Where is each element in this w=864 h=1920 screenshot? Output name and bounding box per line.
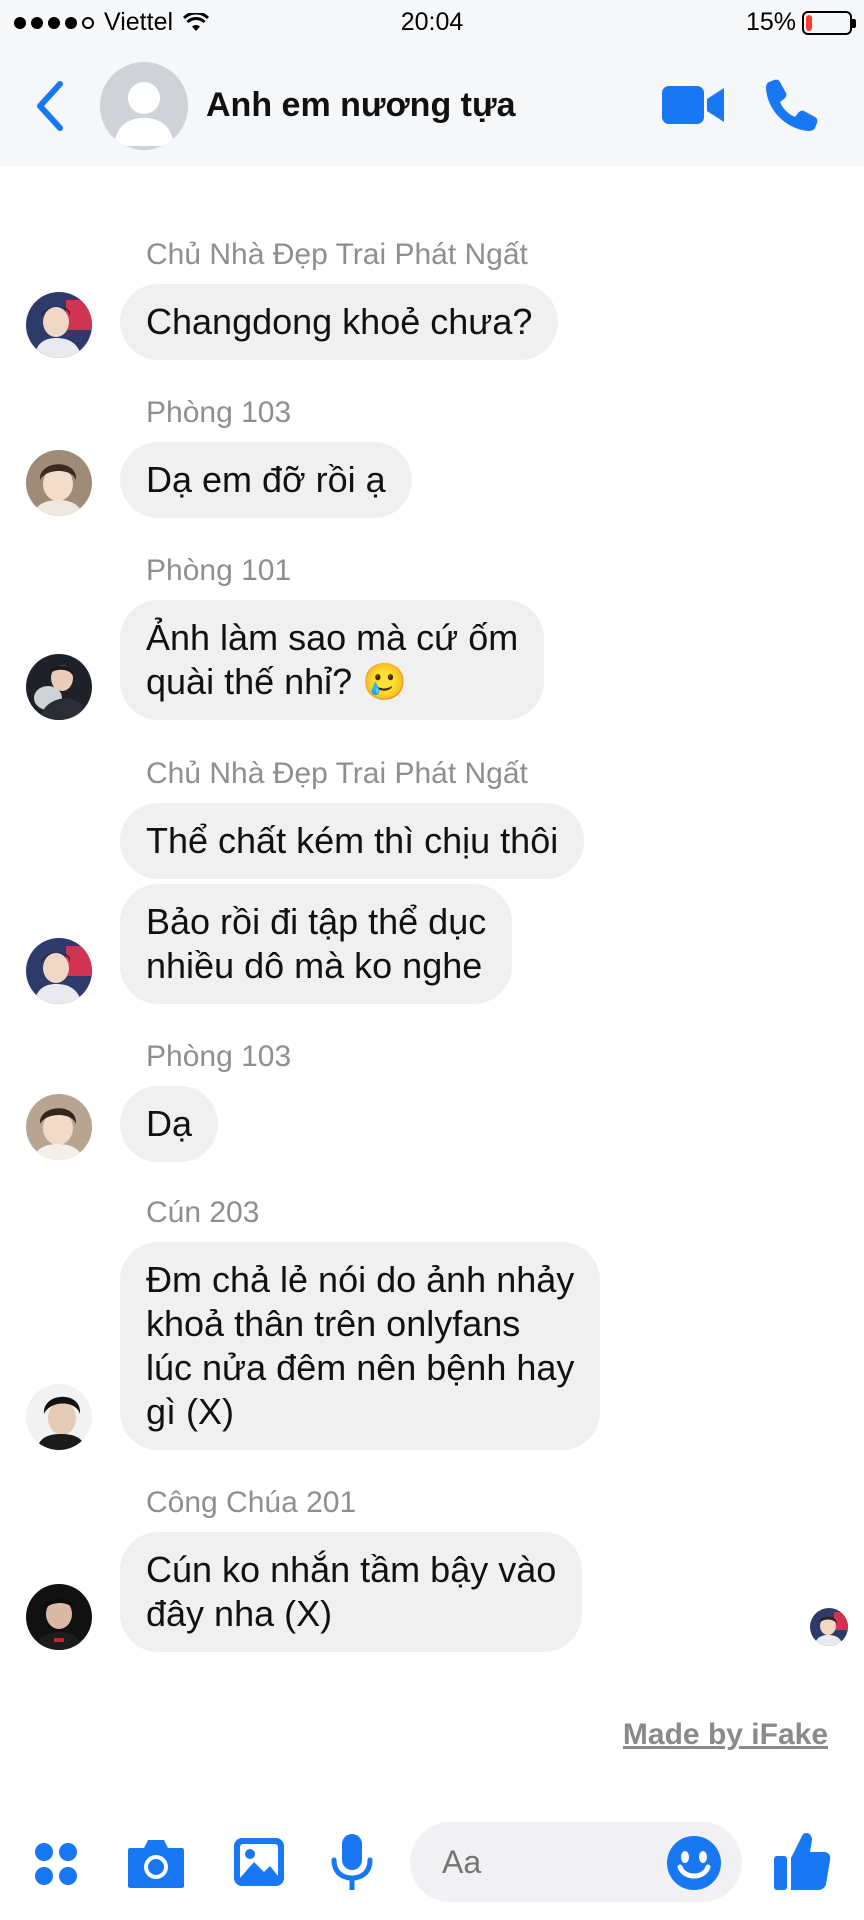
message-text: Thể chất kém thì chịu thôi [146,820,559,861]
image-icon[interactable] [232,1836,286,1888]
message-bubble[interactable]: Thể chất kém thì chịu thôi [120,803,585,879]
battery-level [806,14,812,31]
status-right: 15% [745,8,856,37]
message-sender: Công Chúa 201 [146,1486,357,1519]
person-placeholder-icon [100,62,188,150]
message-text: Ảnh làm sao mà cứ ốm [146,617,519,658]
message-text: quài thế nhỉ? 🥲 [146,661,407,702]
chat-header: Anh em nương tựa [0,46,864,166]
message-bubble[interactable]: Ảnh làm sao mà cứ ốm quài thế nhỉ? 🥲 [120,600,545,720]
message-text: Bảo rồi đi tập thể dục [146,901,487,942]
message-bubble[interactable]: Bảo rồi đi tập thể dục nhiều dô mà ko ng… [120,884,513,1004]
message-text: Dạ em đỡ rồi ạ [146,459,386,500]
message-text: khoả thân trên onlyfans [146,1303,521,1344]
avatar[interactable] [26,654,92,720]
user-photo [26,450,92,516]
user-photo [26,654,92,720]
message-text: Changdong khoẻ chưa? [146,301,533,342]
message-sender: Chủ Nhà Đẹp Trai Phát Ngất [146,238,528,271]
user-photo [26,938,92,1004]
user-photo [26,1384,92,1450]
message-bubble[interactable]: Changdong khoẻ chưa? [120,284,559,360]
status-bar: Viettel 20:04 15% [0,0,864,46]
message-sender: Phòng 101 [146,554,292,587]
message-sender: Chủ Nhà Đẹp Trai Phát Ngất [146,757,528,790]
chevron-left-icon[interactable] [30,78,70,134]
message-bubble[interactable]: Đm chả lẻ nói do ảnh nhảy khoả thân trên… [120,1242,601,1450]
message-bubble[interactable]: Cún ko nhắn tầm bậy vào đây nha (X) [120,1532,583,1652]
avatar[interactable] [26,1584,92,1650]
message-text: Cún ko nhắn tầm bậy vào [146,1549,557,1590]
avatar[interactable] [26,450,92,516]
camera-icon[interactable] [126,1836,186,1890]
video-camera-icon[interactable] [662,82,724,128]
composer-bar [0,1810,864,1920]
user-photo [26,1584,92,1650]
message-sender: Cún 203 [146,1196,260,1229]
apps-grid-icon[interactable] [32,1840,80,1888]
conversation-title[interactable]: Anh em nương tựa [206,86,516,125]
avatar[interactable] [26,938,92,1004]
message-text: Đm chả lẻ nói do ảnh nhảy [146,1259,575,1300]
watermark: Made by iFake [622,1718,828,1751]
message-text: lúc nửa đêm nên bệnh hay [146,1347,575,1388]
message-text: nhiều dô mà ko nghe [146,945,483,986]
message-bubble[interactable]: Dạ [120,1086,219,1162]
group-avatar[interactable] [100,62,188,150]
phone-icon[interactable] [764,76,820,132]
thumbs-up-icon[interactable] [772,1828,832,1892]
user-photo [26,1094,92,1160]
seen-indicator-avatar [810,1608,848,1646]
message-text: gì (X) [146,1391,235,1432]
battery-percent: 15% [745,8,796,36]
message-text: đây nha (X) [146,1593,333,1634]
microphone-icon[interactable] [330,1832,374,1894]
battery-icon [802,10,856,35]
emoji-icon[interactable] [666,1835,722,1891]
message-composer[interactable] [410,1822,742,1902]
message-text: Dạ [146,1103,193,1144]
message-input[interactable] [442,1844,662,1881]
avatar[interactable] [26,292,92,358]
message-bubble[interactable]: Dạ em đỡ rồi ạ [120,442,412,518]
clock: 20:04 [400,8,464,36]
message-sender: Phòng 103 [146,396,292,429]
user-photo [26,292,92,358]
avatar[interactable] [26,1094,92,1160]
avatar[interactable] [26,1384,92,1450]
message-sender: Phòng 103 [146,1040,292,1073]
